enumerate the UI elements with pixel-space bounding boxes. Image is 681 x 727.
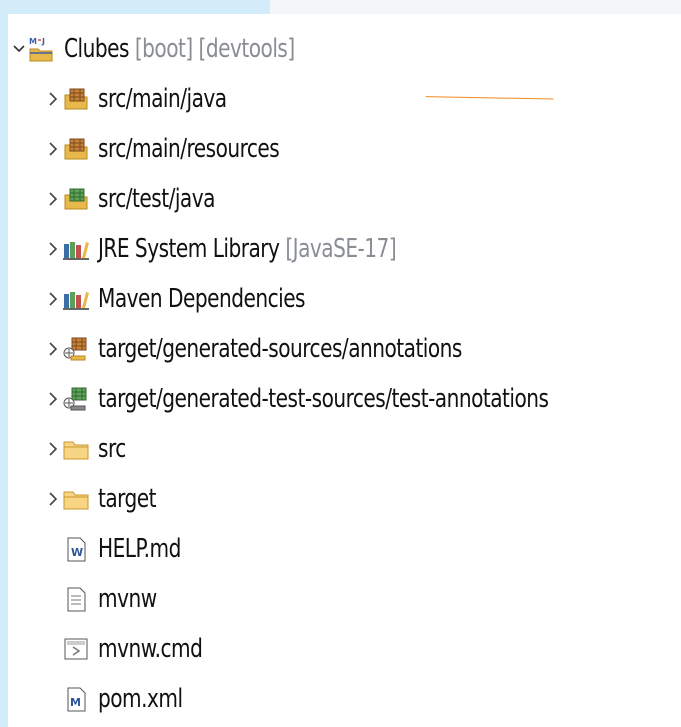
tree-item-pom-xml[interactable]: Mpom.xml xyxy=(46,680,196,718)
chevron-right-icon[interactable] xyxy=(46,89,60,109)
tree-item-label: mvnw.cmd xyxy=(98,634,203,664)
tree-item-label: mvnw xyxy=(98,584,157,614)
chevron-right-icon[interactable] xyxy=(46,389,60,409)
tree-item-maven-dependencies[interactable]: Maven Dependencies xyxy=(46,280,339,318)
tree-item-label: pom.xml xyxy=(98,684,183,714)
tree-item-label: src xyxy=(98,434,126,464)
svg-text:M: M xyxy=(70,696,81,709)
maven-pom-icon: M xyxy=(60,685,92,713)
tree-item-label: target/generated-test-sources/test-annot… xyxy=(98,384,549,414)
cmd-file-icon xyxy=(60,635,92,663)
chevron-down-icon[interactable] xyxy=(12,39,26,59)
tree-item-help-md[interactable]: W HELP.md xyxy=(46,530,194,568)
markdown-file-icon: W xyxy=(60,535,92,563)
svg-text:W: W xyxy=(71,546,83,559)
source-package-icon xyxy=(60,135,92,163)
tree-item-label: JRE System Library xyxy=(98,234,280,264)
svg-text:J: J xyxy=(41,37,45,46)
tree-item-mvnw-cmd[interactable]: mvnw.cmd xyxy=(46,630,219,668)
text-file-icon xyxy=(60,585,92,613)
chevron-right-icon[interactable] xyxy=(46,239,60,259)
svg-text:M: M xyxy=(29,37,37,46)
editor-tab-area xyxy=(270,0,681,15)
library-icon xyxy=(60,285,92,313)
tree-item-label: Maven Dependencies xyxy=(98,284,306,314)
folder-icon xyxy=(60,485,92,513)
project-label: Clubes xyxy=(64,34,129,64)
chevron-right-icon[interactable] xyxy=(46,139,60,159)
chevron-right-icon[interactable] xyxy=(46,489,60,509)
chevron-right-icon[interactable] xyxy=(46,439,60,459)
chevron-right-icon[interactable] xyxy=(46,339,60,359)
tree-item-label: HELP.md xyxy=(98,534,181,564)
tree-item-decoration: [JavaSE-17] xyxy=(285,234,397,264)
tree-item-src-main-java[interactable]: src/main/java xyxy=(46,80,248,118)
tree-item-label: target xyxy=(98,484,157,514)
tree-item-src-test-java[interactable]: src/test/java xyxy=(46,180,234,218)
tree-item-label: src/main/resources xyxy=(98,134,280,164)
generated-source-icon xyxy=(60,335,92,363)
tree-item-target-generated-test-sources-test-annotations[interactable]: target/generated-test-sources/test-annot… xyxy=(46,380,622,418)
tree-item-mvnw[interactable]: mvnw xyxy=(46,580,166,618)
tree-item-label: src/test/java xyxy=(98,184,215,214)
test-package-icon xyxy=(60,185,92,213)
tree-item-target-generated-sources-annotations[interactable]: target/generated-sources/annotations xyxy=(46,330,521,368)
tree-item-label: src/main/java xyxy=(98,84,227,114)
chevron-right-icon[interactable] xyxy=(46,189,60,209)
folder-icon xyxy=(60,435,92,463)
tree-item-project[interactable]: M J Clubes [boot] [devtools] xyxy=(12,30,332,68)
tree-item-src[interactable]: src xyxy=(46,430,130,468)
annotation-arrow-line xyxy=(425,96,554,100)
source-package-icon xyxy=(60,85,92,113)
project-explorer-panel: M J Clubes [boot] [devtools] src/main/ja… xyxy=(8,14,681,727)
top-strip xyxy=(0,0,681,15)
generated-test-source-icon xyxy=(60,385,92,413)
maven-project-icon: M J xyxy=(26,35,58,63)
library-icon xyxy=(60,235,92,263)
chevron-right-icon[interactable] xyxy=(46,289,60,309)
tree-item-src-main-resources[interactable]: src/main/resources xyxy=(46,130,309,168)
tree-item-jre-system-library[interactable]: JRE System Library [JavaSE-17] xyxy=(46,230,445,268)
tree-item-target[interactable]: target xyxy=(46,480,165,518)
project-decoration: [boot] [devtools] xyxy=(134,34,295,64)
tree-item-label: target/generated-sources/annotations xyxy=(98,334,462,364)
